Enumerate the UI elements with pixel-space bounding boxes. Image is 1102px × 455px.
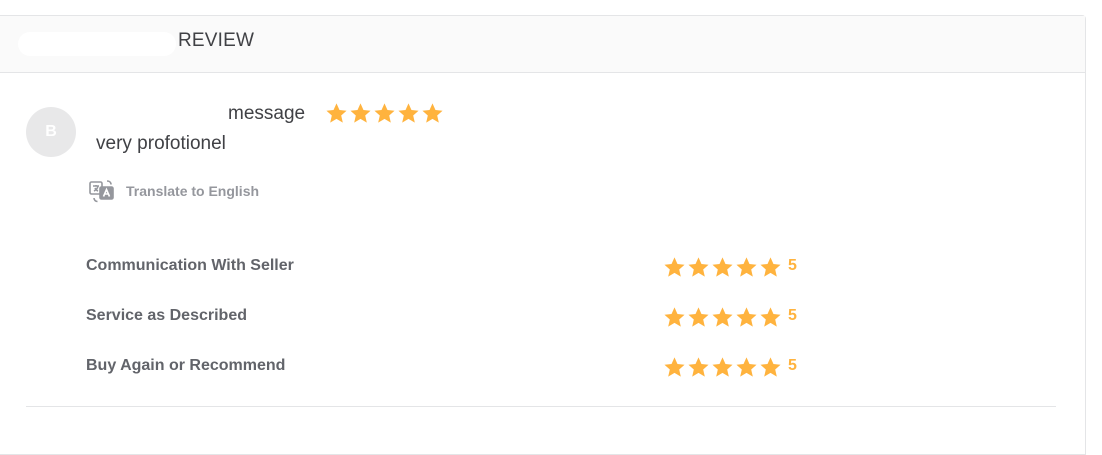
star-icon xyxy=(421,102,444,124)
rating-row-service: Service as Described 5 xyxy=(86,306,806,330)
translate-label: Translate to English xyxy=(126,183,260,199)
star-icon xyxy=(735,356,758,378)
rating-value: 5 xyxy=(788,357,797,374)
rating-value: 5 xyxy=(788,307,797,324)
star-icon xyxy=(759,306,782,328)
rating-label: Service as Described xyxy=(86,307,247,324)
star-icon xyxy=(397,102,420,124)
star-icon xyxy=(735,306,758,328)
star-icon xyxy=(711,256,734,278)
review-title: REVIEW xyxy=(178,30,255,51)
star-icon xyxy=(663,306,686,328)
rating-stars xyxy=(663,256,782,278)
star-icon xyxy=(687,306,710,328)
review-message-label: message xyxy=(228,103,306,124)
translate-icon xyxy=(89,180,114,203)
star-icon xyxy=(349,102,372,124)
review-card-header: REVIEW xyxy=(0,16,1085,73)
star-icon xyxy=(687,256,710,278)
star-icon xyxy=(759,356,782,378)
star-icon xyxy=(735,256,758,278)
rating-row-recommend: Buy Again or Recommend 5 xyxy=(86,356,806,380)
rating-value: 5 xyxy=(788,257,797,274)
redacted-reviewer-name xyxy=(96,102,224,126)
star-icon xyxy=(711,306,734,328)
avatar[interactable]: B xyxy=(26,107,76,157)
review-card: REVIEW B message very profotionel Transl… xyxy=(0,15,1086,455)
star-icon xyxy=(663,356,686,378)
star-icon xyxy=(373,102,396,124)
rating-stars xyxy=(663,306,782,328)
star-icon xyxy=(663,256,686,278)
star-icon xyxy=(711,356,734,378)
rating-label: Communication With Seller xyxy=(86,257,294,274)
translate-button[interactable]: Translate to English xyxy=(88,178,259,204)
star-icon xyxy=(759,256,782,278)
rating-stars xyxy=(663,356,782,378)
review-text: very profotionel xyxy=(96,133,226,154)
star-icon xyxy=(687,356,710,378)
divider xyxy=(26,406,1056,407)
star-icon xyxy=(325,102,348,124)
rating-row-communication: Communication With Seller 5 xyxy=(86,256,806,280)
rating-label: Buy Again or Recommend xyxy=(86,357,286,374)
overall-rating-stars xyxy=(325,102,444,124)
redacted-header-name xyxy=(18,32,176,56)
